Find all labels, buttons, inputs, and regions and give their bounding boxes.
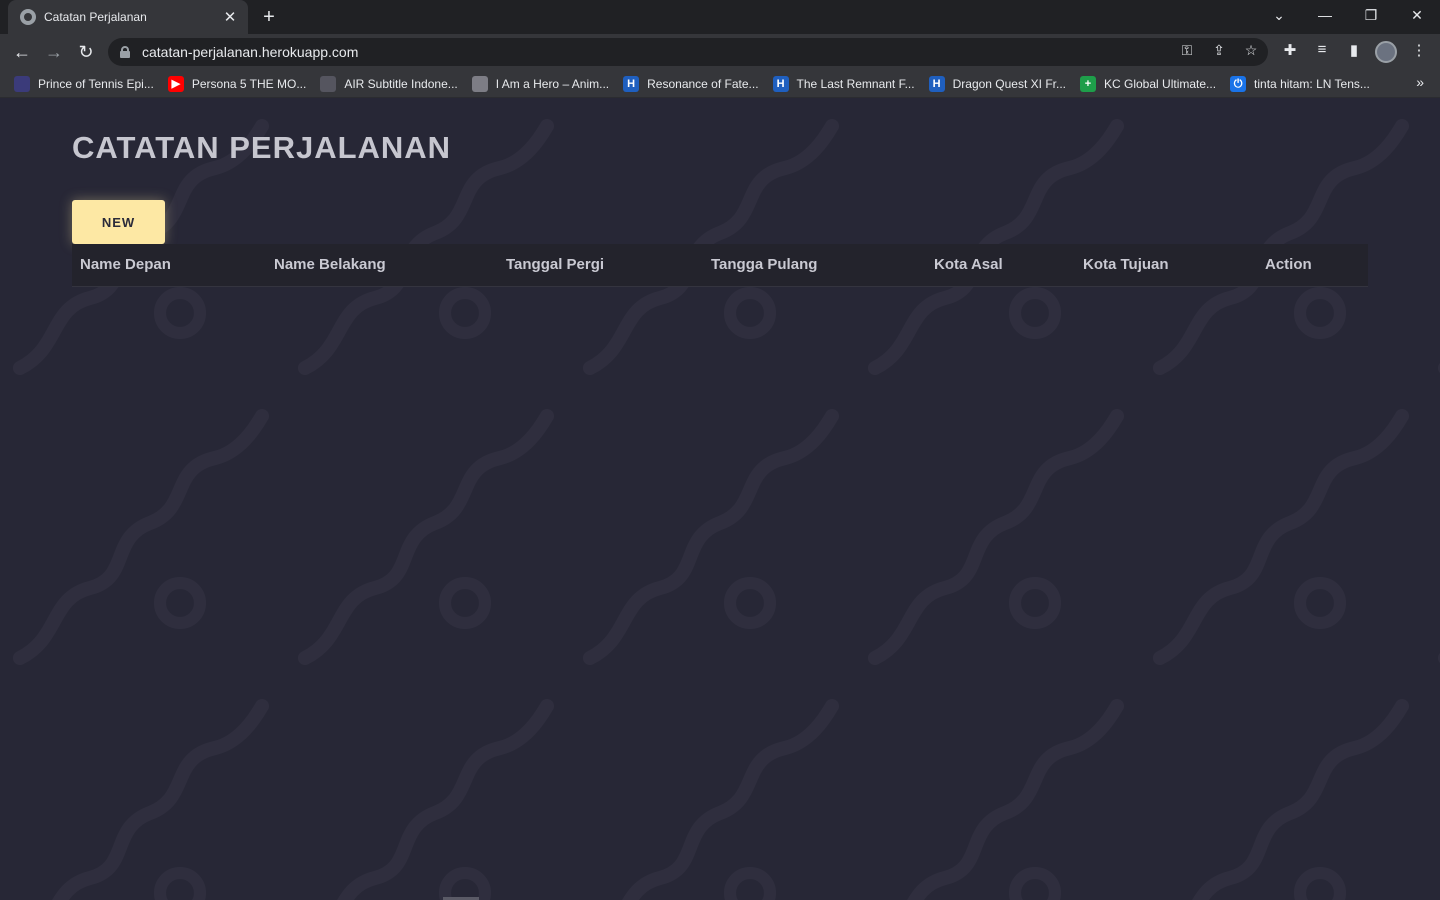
bookmarks-overflow-icon[interactable]: » — [1416, 74, 1424, 90]
bookmark-item[interactable]: H Dragon Quest XI Fr... — [928, 75, 1066, 92]
h-icon: H — [623, 75, 640, 92]
bookmark-label: Dragon Quest XI Fr... — [952, 76, 1066, 91]
address-bar[interactable]: catatan-perjalanan.herokuapp.com ⚿ ⇪ ☆ — [108, 38, 1268, 66]
power-icon: ⏻ — [1230, 75, 1247, 92]
column-header-name-belakang: Name Belakang — [274, 256, 386, 273]
bookmark-item[interactable]: ▶ Persona 5 THE MO... — [167, 75, 307, 92]
password-key-icon[interactable]: ⚿ — [1178, 42, 1196, 59]
pot-icon — [14, 75, 30, 92]
bookmark-star-icon[interactable]: ☆ — [1242, 42, 1260, 59]
bookmark-item[interactable]: I Am a Hero – Anim... — [471, 75, 610, 92]
h-icon: H — [928, 75, 945, 92]
back-button[interactable]: ← — [10, 40, 34, 64]
plus-icon: + — [1080, 75, 1096, 92]
bookmark-item[interactable]: H The Last Remnant F... — [772, 75, 915, 92]
lock-icon[interactable] — [120, 46, 130, 58]
close-window-button[interactable]: ✕ — [1394, 0, 1440, 30]
bookmark-label: Persona 5 THE MO... — [191, 76, 307, 91]
tab-strip: Catatan Perjalanan ✕ + ⌄ — ❐ ✕ — [0, 0, 1440, 34]
youtube-icon: ▶ — [167, 75, 184, 92]
globe-icon — [471, 75, 488, 92]
column-header-action: Action — [1265, 256, 1312, 273]
media-control-icon[interactable]: ≡ — [1311, 41, 1333, 58]
trips-table-header: Name Depan Name Belakang Tanggal Pergi T… — [72, 244, 1368, 287]
browser-tab[interactable]: Catatan Perjalanan ✕ — [8, 0, 248, 34]
reload-button[interactable]: ↻ — [74, 40, 98, 64]
page-title: CATATAN PERJALANAN — [72, 130, 452, 165]
column-header-name-depan: Name Depan — [80, 256, 171, 273]
new-tab-button[interactable]: + — [258, 6, 280, 28]
background-pattern — [0, 98, 1440, 900]
bookmark-item[interactable]: H Resonance of Fate... — [623, 75, 759, 92]
bookmark-label: Prince of Tennis Epi... — [38, 76, 154, 91]
bookmark-label: Resonance of Fate... — [647, 76, 759, 91]
share-icon[interactable]: ⇪ — [1210, 42, 1228, 59]
site-favicon-icon — [20, 9, 36, 25]
column-header-kota-tujuan: Kota Tujuan — [1083, 256, 1169, 273]
profile-avatar[interactable] — [1375, 41, 1397, 63]
column-header-tangga-pulang: Tangga Pulang — [711, 256, 818, 273]
bookmark-item[interactable]: AIR Subtitle Indone... — [320, 75, 458, 92]
bookmark-label: The Last Remnant F... — [796, 76, 915, 91]
bookmark-label: KC Global Ultimate... — [1104, 76, 1217, 91]
bookmark-item[interactable]: + KC Global Ultimate... — [1080, 75, 1217, 92]
new-button[interactable]: NEW — [72, 200, 165, 244]
url-text[interactable]: catatan-perjalanan.herokuapp.com — [142, 44, 358, 60]
side-panel-icon[interactable]: ▮ — [1343, 41, 1365, 59]
bookmark-label: I Am a Hero – Anim... — [495, 76, 610, 91]
h-icon: H — [772, 75, 789, 92]
bookmark-label: tinta hitam: LN Tens... — [1254, 76, 1370, 91]
browser-toolbar: ← → ↻ catatan-perjalanan.herokuapp.com ⚿… — [0, 34, 1440, 70]
tab-close-icon[interactable]: ✕ — [222, 8, 238, 26]
bookmark-label: AIR Subtitle Indone... — [344, 76, 458, 91]
minimize-button[interactable]: — — [1302, 0, 1348, 30]
page-content: CATATAN PERJALANAN NEW Name Depan Name B… — [0, 98, 1440, 900]
forward-button[interactable]: → — [42, 40, 66, 64]
bookmarks-bar: Prince of Tennis Epi... ▶ Persona 5 THE MO… — [0, 70, 1440, 98]
bookmark-item[interactable]: Prince of Tennis Epi... — [14, 75, 154, 92]
restore-button[interactable]: ❐ — [1348, 0, 1394, 30]
tab-search-button[interactable]: ⌄ — [1256, 0, 1302, 30]
extensions-icon[interactable]: ✚ — [1279, 41, 1301, 59]
browser-menu-icon[interactable]: ⋮ — [1408, 41, 1430, 59]
tab-title: Catatan Perjalanan — [44, 10, 147, 24]
column-header-tanggal-pergi: Tanggal Pergi — [506, 256, 605, 273]
bookmark-item[interactable]: ⏻ tinta hitam: LN Tens... — [1230, 75, 1370, 92]
column-header-kota-asal: Kota Asal — [934, 256, 1003, 273]
air-icon — [320, 75, 337, 92]
